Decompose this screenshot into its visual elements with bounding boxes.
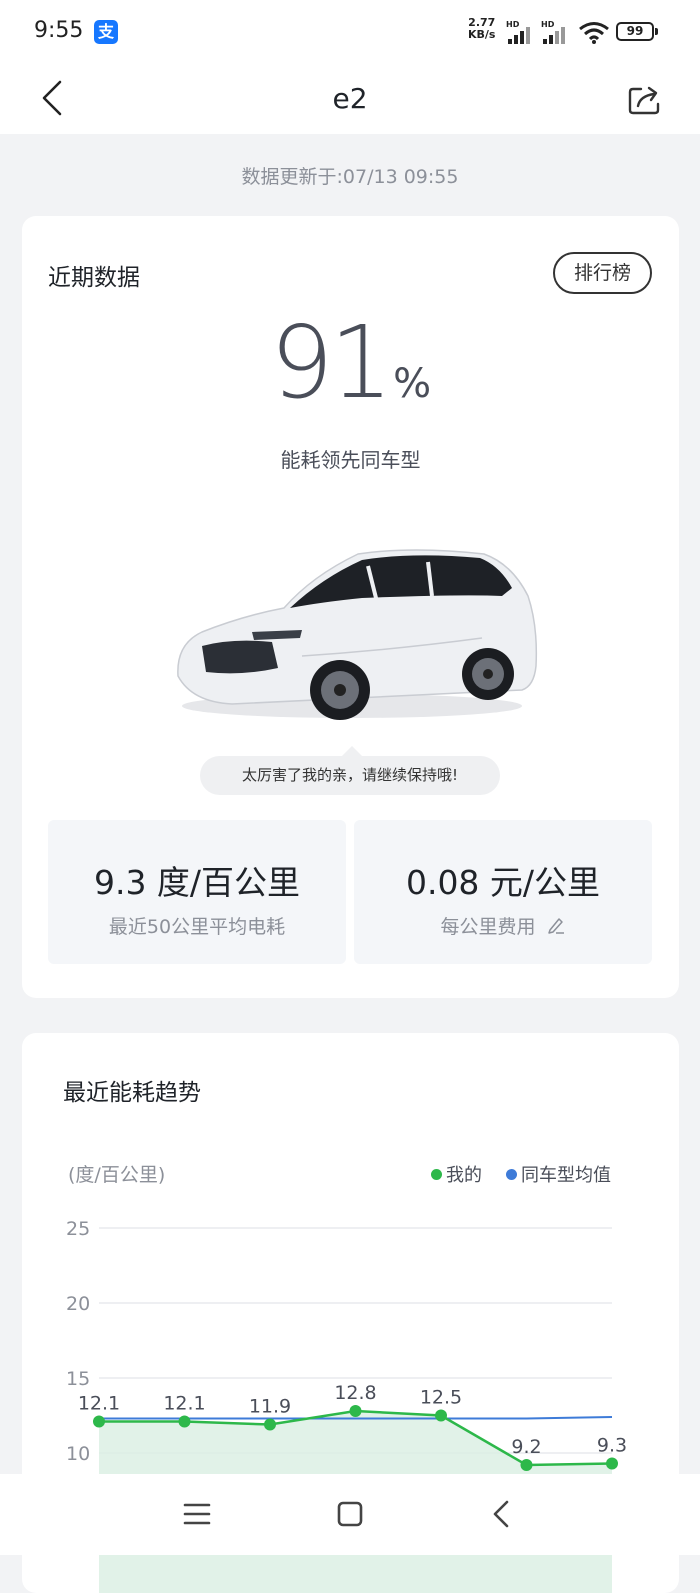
y-tick-label: 10 (66, 1443, 90, 1465)
update-time: 数据更新于:07/13 09:55 (241, 166, 459, 188)
legend-dot-average (506, 1169, 517, 1180)
y-tick-label: 15 (66, 1368, 90, 1390)
data-label-mine: 9.2 (511, 1436, 541, 1458)
ranking-button[interactable]: 排行榜 (553, 252, 652, 294)
avg-consumption-label: 最近50公里平均电耗 (108, 916, 286, 938)
status-bar: 9:55 支 2.77 KB/s HD HD 99 (0, 0, 700, 64)
cost-per-km-value: 0.08 元/公里 (405, 863, 601, 902)
legend-item-average: 同车型均值 (506, 1161, 611, 1187)
header: e2 (0, 64, 700, 134)
avg-consumption-value: 9.3 度/百公里 (93, 863, 301, 902)
trend-title: 最近能耗趋势 (63, 1080, 201, 1106)
share-icon[interactable] (624, 80, 664, 120)
menu-icon[interactable] (177, 1494, 217, 1534)
wifi-icon (579, 22, 609, 44)
percent-description: 能耗领先同车型 (280, 448, 421, 472)
data-label-mine: 11.9 (249, 1396, 291, 1418)
data-point-mine (520, 1459, 533, 1471)
page-title: e2 (332, 82, 368, 115)
signal-icon: HD (506, 20, 536, 44)
car-image (177, 549, 538, 720)
data-point-mine (178, 1415, 191, 1428)
y-tick-label: 20 (66, 1293, 90, 1315)
cost-per-km-stat: 0.08 元/公里 每公里费用 (354, 820, 652, 964)
cost-per-km-label: 每公里费用 (440, 916, 536, 938)
encouragement-bubble: 太厉害了我的亲，请继续保持哦! (200, 746, 500, 795)
data-point-mine (349, 1405, 362, 1417)
legend-item-mine: 我的 (431, 1161, 482, 1187)
signal-icon: HD (541, 20, 571, 44)
battery-indicator: 99 (616, 22, 658, 41)
network-speed: 2.77 KB/s (468, 17, 495, 41)
efficiency-percent: 91% (22, 308, 679, 418)
data-point-mine (606, 1457, 618, 1470)
data-label-mine: 12.1 (78, 1393, 120, 1415)
data-point-mine (264, 1418, 276, 1431)
hd-label: HD (506, 20, 520, 29)
chart-unit-label: (度/百公里) (68, 1164, 166, 1186)
cost-per-km-label-wrap: 每公里费用 (354, 912, 652, 939)
data-point-mine (93, 1415, 105, 1428)
back-icon[interactable] (482, 1494, 522, 1534)
percent-value: 91 (269, 304, 393, 421)
hd-label: HD (541, 20, 555, 29)
alipay-icon: 支 (94, 20, 118, 44)
system-nav-bar (0, 1474, 700, 1555)
legend-label-mine: 我的 (446, 1165, 482, 1186)
home-icon[interactable] (330, 1494, 370, 1534)
data-point-mine (435, 1409, 447, 1422)
legend-label-average: 同车型均值 (521, 1165, 611, 1186)
data-label-mine: 12.5 (420, 1387, 462, 1409)
avg-consumption-stat: 9.3 度/百公里 最近50公里平均电耗 (48, 820, 346, 964)
recent-data-card: 近期数据 排行榜 91% 能耗领先同车型 太厉害了我的亲，请继续保持哦! 9.3… (22, 216, 679, 998)
legend-dot-mine (431, 1169, 442, 1180)
y-tick-label: 25 (66, 1218, 90, 1240)
percent-unit: % (393, 361, 432, 407)
recent-data-title: 近期数据 (48, 265, 140, 291)
data-label-mine: 9.3 (597, 1435, 627, 1457)
status-time: 9:55 (34, 18, 84, 43)
data-label-mine: 12.1 (163, 1393, 205, 1415)
data-label-mine: 12.8 (334, 1382, 376, 1404)
edit-icon[interactable] (546, 915, 566, 935)
network-speed-unit: KB/s (468, 28, 496, 41)
